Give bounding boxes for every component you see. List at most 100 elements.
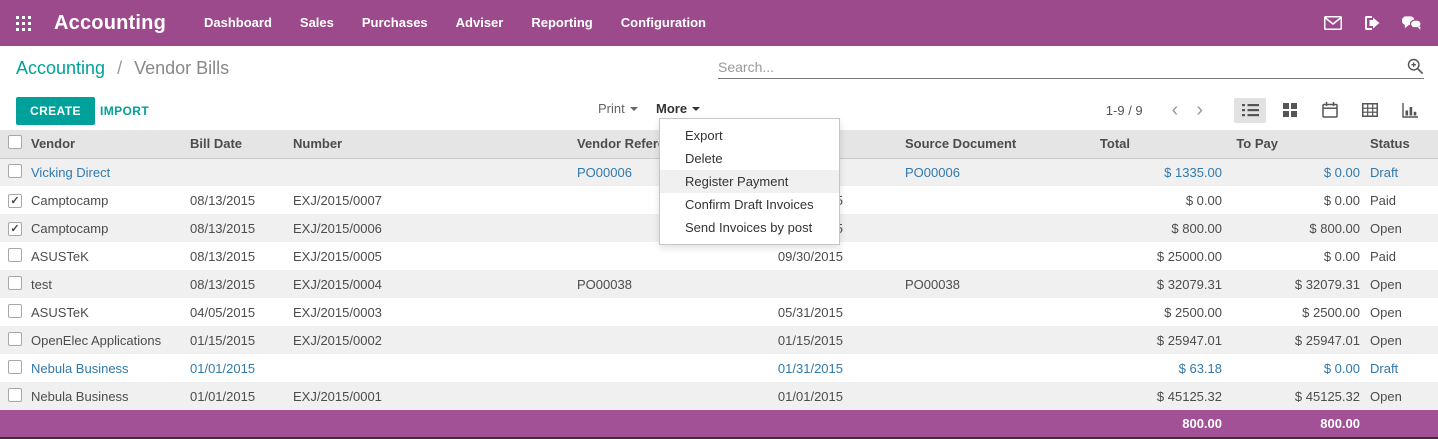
cell-vendor[interactable]: ASUSTeK (28, 298, 190, 326)
cell-source-doc[interactable] (848, 326, 1060, 354)
cell-vendor-ref[interactable]: PO00038 (577, 270, 712, 298)
row-checkbox[interactable]: ✓ (8, 222, 22, 236)
cell-number[interactable]: EXJ/2015/0006 (293, 214, 577, 242)
cell-to-pay[interactable]: $ 0.00 (1230, 186, 1366, 214)
cell-status[interactable]: Paid (1366, 242, 1438, 270)
column-header-to-pay[interactable]: To Pay (1230, 130, 1366, 158)
select-all-checkbox[interactable] (8, 135, 22, 149)
row-checkbox[interactable] (8, 248, 22, 262)
table-row[interactable]: Nebula Business01/01/201501/31/2015$ 63.… (0, 354, 1438, 382)
cell-total[interactable]: $ 25000.00 (1060, 242, 1230, 270)
cell-source-doc[interactable] (848, 382, 1060, 410)
cell-to-pay[interactable]: $ 25947.01 (1230, 326, 1366, 354)
cell-vendor[interactable]: Nebula Business (28, 382, 190, 410)
dropdown-item-delete[interactable]: Delete (660, 147, 839, 170)
row-checkbox[interactable] (8, 164, 22, 178)
more-menu-button[interactable]: More (656, 101, 700, 116)
cell-vendor[interactable]: Camptocamp (28, 186, 190, 214)
cell-vendor[interactable]: test (28, 270, 190, 298)
chat-bubbles-icon[interactable] (1402, 15, 1422, 31)
column-header-source-doc[interactable]: Source Document (848, 130, 1060, 158)
cell-bill-date[interactable]: 08/13/2015 (190, 270, 293, 298)
cell-total[interactable]: $ 32079.31 (1060, 270, 1230, 298)
dropdown-item-confirm-draft-invoices[interactable]: Confirm Draft Invoices (660, 193, 839, 216)
cell-status[interactable]: Open (1366, 214, 1438, 242)
cell-vendor-ref[interactable] (577, 326, 712, 354)
column-header-total[interactable]: Total (1060, 130, 1230, 158)
cell-vendor-ref[interactable] (577, 242, 712, 270)
cell-status[interactable]: Draft (1366, 354, 1438, 382)
cell-number[interactable]: EXJ/2015/0002 (293, 326, 577, 354)
cell-due-date[interactable]: 05/31/2015 (712, 298, 848, 326)
nav-item-sales[interactable]: Sales (286, 0, 348, 46)
column-header-number[interactable]: Number (293, 130, 577, 158)
cell-source-doc[interactable]: PO00038 (848, 270, 1060, 298)
cell-to-pay[interactable]: $ 0.00 (1230, 354, 1366, 382)
nav-item-reporting[interactable]: Reporting (517, 0, 606, 46)
cell-total[interactable]: $ 2500.00 (1060, 298, 1230, 326)
cell-source-doc[interactable] (848, 298, 1060, 326)
row-checkbox[interactable] (8, 360, 22, 374)
nav-item-dashboard[interactable]: Dashboard (190, 0, 286, 46)
apps-grid-icon[interactable] (0, 0, 46, 46)
cell-bill-date[interactable]: 08/13/2015 (190, 186, 293, 214)
cell-due-date[interactable]: 01/15/2015 (712, 326, 848, 354)
cell-total[interactable]: $ 0.00 (1060, 186, 1230, 214)
cell-to-pay[interactable]: $ 45125.32 (1230, 382, 1366, 410)
dropdown-item-register-payment[interactable]: Register Payment (660, 170, 839, 193)
import-button[interactable]: IMPORT (100, 104, 149, 118)
cell-total[interactable]: $ 25947.01 (1060, 326, 1230, 354)
nav-item-configuration[interactable]: Configuration (607, 0, 720, 46)
cell-number[interactable]: EXJ/2015/0003 (293, 298, 577, 326)
cell-number[interactable]: EXJ/2015/0005 (293, 242, 577, 270)
cell-bill-date[interactable]: 01/01/2015 (190, 382, 293, 410)
kanban-view-icon[interactable] (1274, 98, 1306, 123)
cell-bill-date[interactable]: 08/13/2015 (190, 242, 293, 270)
column-header-vendor[interactable]: Vendor (28, 130, 190, 158)
row-checkbox[interactable] (8, 304, 22, 318)
cell-bill-date[interactable]: 08/13/2015 (190, 214, 293, 242)
print-menu-button[interactable]: Print (598, 101, 638, 116)
cell-vendor[interactable]: Camptocamp (28, 214, 190, 242)
cell-total[interactable]: $ 800.00 (1060, 214, 1230, 242)
cell-source-doc[interactable] (848, 186, 1060, 214)
cell-status[interactable]: Paid (1366, 186, 1438, 214)
cell-status[interactable]: Open (1366, 326, 1438, 354)
cell-vendor[interactable]: OpenElec Applications (28, 326, 190, 354)
cell-bill-date[interactable] (190, 158, 293, 186)
breadcrumb-accounting-link[interactable]: Accounting (16, 58, 105, 78)
cell-status[interactable]: Draft (1366, 158, 1438, 186)
cell-bill-date[interactable]: 01/01/2015 (190, 354, 293, 382)
row-checkbox[interactable] (8, 388, 22, 402)
cell-total[interactable]: $ 1335.00 (1060, 158, 1230, 186)
graph-view-icon[interactable] (1394, 98, 1426, 123)
cell-source-doc[interactable]: PO00006 (848, 158, 1060, 186)
row-checkbox[interactable] (8, 332, 22, 346)
calendar-view-icon[interactable] (1314, 98, 1346, 123)
cell-to-pay[interactable]: $ 0.00 (1230, 242, 1366, 270)
pivot-view-icon[interactable] (1354, 98, 1386, 123)
cell-total[interactable]: $ 63.18 (1060, 354, 1230, 382)
cell-source-doc[interactable] (848, 242, 1060, 270)
cell-vendor-ref[interactable] (577, 382, 712, 410)
cell-vendor[interactable]: Nebula Business (28, 354, 190, 382)
dropdown-item-export[interactable]: Export (660, 124, 839, 147)
cell-due-date[interactable]: 09/30/2015 (712, 242, 848, 270)
table-row[interactable]: ASUSTeK04/05/2015EXJ/2015/0003 05/31/2015… (0, 298, 1438, 326)
row-checkbox[interactable] (8, 276, 22, 290)
search-zoom-icon[interactable] (1407, 58, 1424, 75)
cell-vendor[interactable]: ASUSTeK (28, 242, 190, 270)
cell-bill-date[interactable]: 01/15/2015 (190, 326, 293, 354)
cell-bill-date[interactable]: 04/05/2015 (190, 298, 293, 326)
cell-status[interactable]: Open (1366, 298, 1438, 326)
pager-next-button[interactable]: › (1187, 100, 1212, 120)
cell-status[interactable]: Open (1366, 270, 1438, 298)
table-row[interactable]: Nebula Business01/01/2015EXJ/2015/000101… (0, 382, 1438, 410)
cell-due-date[interactable]: 01/01/2015 (712, 382, 848, 410)
cell-number[interactable] (293, 158, 577, 186)
pager-previous-button[interactable]: ‹ (1163, 100, 1188, 120)
cell-to-pay[interactable]: $ 800.00 (1230, 214, 1366, 242)
cell-status[interactable]: Open (1366, 382, 1438, 410)
column-header-status[interactable]: Status (1366, 130, 1438, 158)
cell-to-pay[interactable]: $ 0.00 (1230, 158, 1366, 186)
